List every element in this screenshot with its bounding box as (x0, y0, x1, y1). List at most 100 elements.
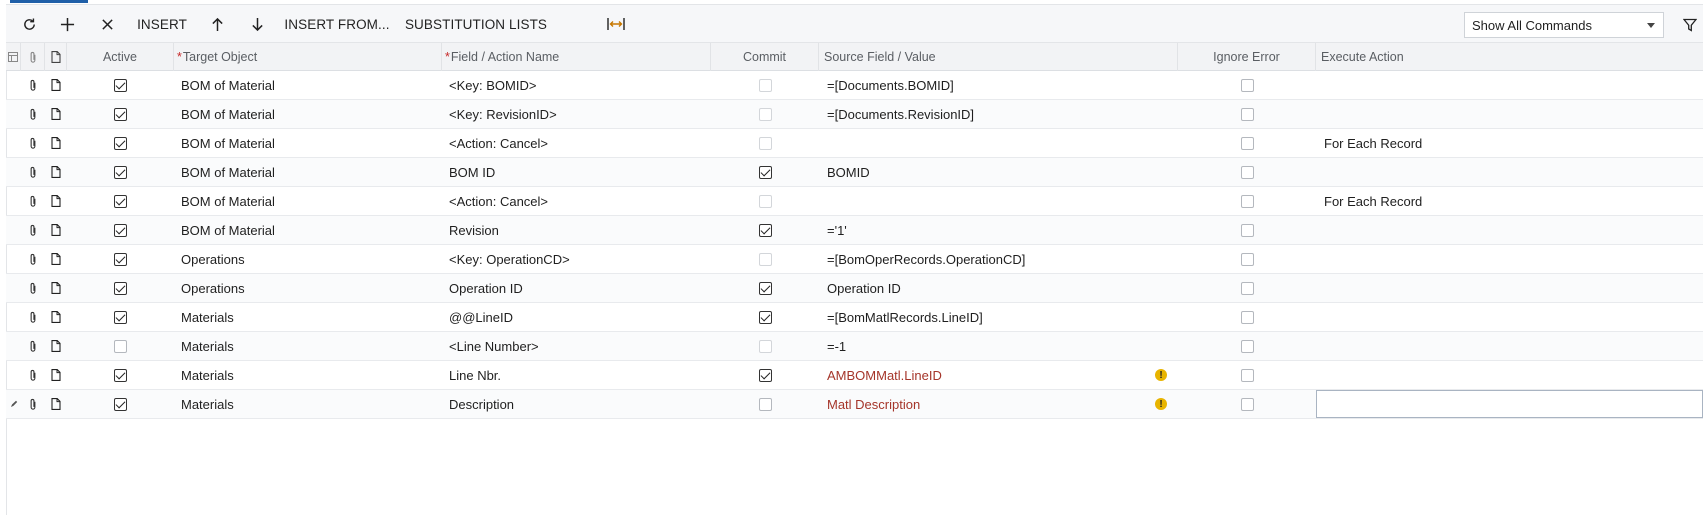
attachment-icon[interactable] (21, 71, 45, 99)
field-action-cell[interactable]: Revision (442, 216, 711, 244)
note-icon[interactable] (45, 187, 67, 215)
attachment-icon[interactable] (21, 332, 45, 360)
column-header-source[interactable]: Source Field / Value (819, 43, 1178, 71)
active-checkbox[interactable] (114, 223, 127, 237)
ignore-error-cell[interactable] (1178, 274, 1316, 302)
source-value-cell[interactable]: Matl Description (819, 390, 1149, 418)
attachment-icon[interactable] (21, 187, 45, 215)
source-value-cell[interactable]: =-1 (819, 332, 1149, 360)
commit-checkbox[interactable] (758, 136, 772, 150)
insert-from-button[interactable]: INSERT FROM... (284, 5, 390, 43)
table-row[interactable]: BOM of Material BOM ID BOMID (6, 158, 1703, 187)
attachment-icon[interactable] (21, 100, 45, 128)
active-checkbox[interactable] (114, 252, 127, 266)
commit-checkbox[interactable] (758, 339, 772, 353)
execute-action-cell[interactable] (1316, 158, 1703, 186)
refresh-button[interactable] (18, 5, 40, 43)
commit-checkbox[interactable] (758, 107, 772, 121)
commit-checkbox[interactable] (758, 281, 772, 295)
execute-action-cell[interactable] (1316, 361, 1703, 389)
row-selector[interactable] (6, 187, 21, 215)
column-header-target-object[interactable]: * Target Object (174, 43, 442, 71)
note-icon[interactable] (45, 303, 67, 331)
active-cell[interactable] (67, 303, 174, 331)
row-selector[interactable] (6, 303, 21, 331)
warning-icon[interactable]: ! (1155, 398, 1167, 410)
ignore-error-checkbox[interactable] (1240, 339, 1254, 353)
ignore-error-checkbox[interactable] (1240, 136, 1254, 150)
field-action-cell[interactable]: Operation ID (442, 274, 711, 302)
ignore-error-checkbox[interactable] (1240, 165, 1254, 179)
execute-action-cell[interactable] (1316, 216, 1703, 244)
table-row[interactable]: BOM of Material <Key: RevisionID> =[Docume… (6, 100, 1703, 129)
row-selector[interactable] (6, 71, 21, 99)
table-row[interactable]: Materials Description Matl Description! (6, 390, 1703, 419)
column-header-field-action[interactable]: * Field / Action Name (442, 43, 711, 71)
table-row[interactable]: BOM of Material Revision ='1' (6, 216, 1703, 245)
active-cell[interactable] (67, 71, 174, 99)
active-checkbox[interactable] (114, 78, 127, 92)
table-row[interactable]: Materials Line Nbr. AMBOMMatl.LineID! (6, 361, 1703, 390)
table-row[interactable]: BOM of Material <Key: BOMID> =[Documents.B… (6, 71, 1703, 100)
commit-cell[interactable] (711, 187, 819, 215)
active-cell[interactable] (67, 390, 174, 418)
warning-icon-cell[interactable]: ! (1149, 361, 1173, 389)
table-row[interactable]: Materials @@LineID =[BomMatlRecords.LineID… (6, 303, 1703, 332)
ignore-error-checkbox[interactable] (1240, 223, 1254, 237)
fit-columns-button[interactable] (604, 5, 628, 43)
attachment-icon[interactable] (21, 158, 45, 186)
row-edit-indicator[interactable] (6, 390, 21, 418)
ignore-error-checkbox[interactable] (1240, 78, 1254, 92)
field-action-cell[interactable]: <Key: RevisionID> (442, 100, 711, 128)
command-filter-select[interactable]: Show All Commands (1464, 12, 1664, 38)
table-row[interactable]: Materials <Line Number> =-1 (6, 332, 1703, 361)
ignore-error-checkbox[interactable] (1240, 310, 1254, 324)
field-action-cell[interactable]: <Action: Cancel> (442, 187, 711, 215)
commit-cell[interactable] (711, 361, 819, 389)
warning-icon-cell[interactable]: ! (1149, 390, 1173, 418)
filter-button[interactable] (1678, 12, 1702, 38)
ignore-error-cell[interactable] (1178, 303, 1316, 331)
column-header-active[interactable]: Active (67, 43, 174, 71)
active-checkbox[interactable] (114, 339, 127, 353)
commit-checkbox[interactable] (758, 78, 772, 92)
table-row[interactable]: Operations <Key: OperationCD> =[BomOperRec… (6, 245, 1703, 274)
commit-cell[interactable] (711, 129, 819, 157)
move-down-button[interactable] (246, 5, 268, 43)
active-cell[interactable] (67, 158, 174, 186)
attachment-icon[interactable] (21, 390, 45, 418)
table-row[interactable]: BOM of Material <Action: Cancel> For Each … (6, 187, 1703, 216)
active-cell[interactable] (67, 216, 174, 244)
ignore-error-cell[interactable] (1178, 71, 1316, 99)
commit-cell[interactable] (711, 158, 819, 186)
warning-icon[interactable]: ! (1155, 369, 1167, 381)
commit-cell[interactable] (711, 100, 819, 128)
source-value-cell[interactable]: =[Documents.BOMID] (819, 71, 1149, 99)
row-selector[interactable] (6, 158, 21, 186)
field-action-cell[interactable]: BOM ID (442, 158, 711, 186)
ignore-error-cell[interactable] (1178, 390, 1316, 418)
execute-action-cell[interactable] (1316, 303, 1703, 331)
active-checkbox[interactable] (114, 136, 127, 150)
ignore-error-checkbox[interactable] (1240, 397, 1254, 411)
execute-action-cell[interactable] (1316, 332, 1703, 360)
active-cell[interactable] (67, 361, 174, 389)
ignore-error-cell[interactable] (1178, 361, 1316, 389)
column-header-ignore-error[interactable]: Ignore Error (1178, 43, 1316, 71)
ignore-error-cell[interactable] (1178, 129, 1316, 157)
execute-action-cell[interactable] (1316, 71, 1703, 99)
row-selector[interactable] (6, 216, 21, 244)
source-value-cell[interactable] (819, 187, 1149, 215)
active-cell[interactable] (67, 274, 174, 302)
active-cell[interactable] (67, 332, 174, 360)
note-icon[interactable] (45, 100, 67, 128)
field-action-cell[interactable]: <Action: Cancel> (442, 129, 711, 157)
insert-button[interactable]: INSERT (136, 5, 188, 43)
target-object-cell[interactable]: BOM of Material (174, 71, 442, 99)
commit-checkbox[interactable] (758, 397, 772, 411)
target-object-cell[interactable]: BOM of Material (174, 129, 442, 157)
active-checkbox[interactable] (114, 397, 127, 411)
execute-action-cell[interactable]: For Each Record (1316, 129, 1703, 157)
source-value-cell[interactable]: Operation ID (819, 274, 1149, 302)
field-action-cell[interactable]: <Key: BOMID> (442, 71, 711, 99)
